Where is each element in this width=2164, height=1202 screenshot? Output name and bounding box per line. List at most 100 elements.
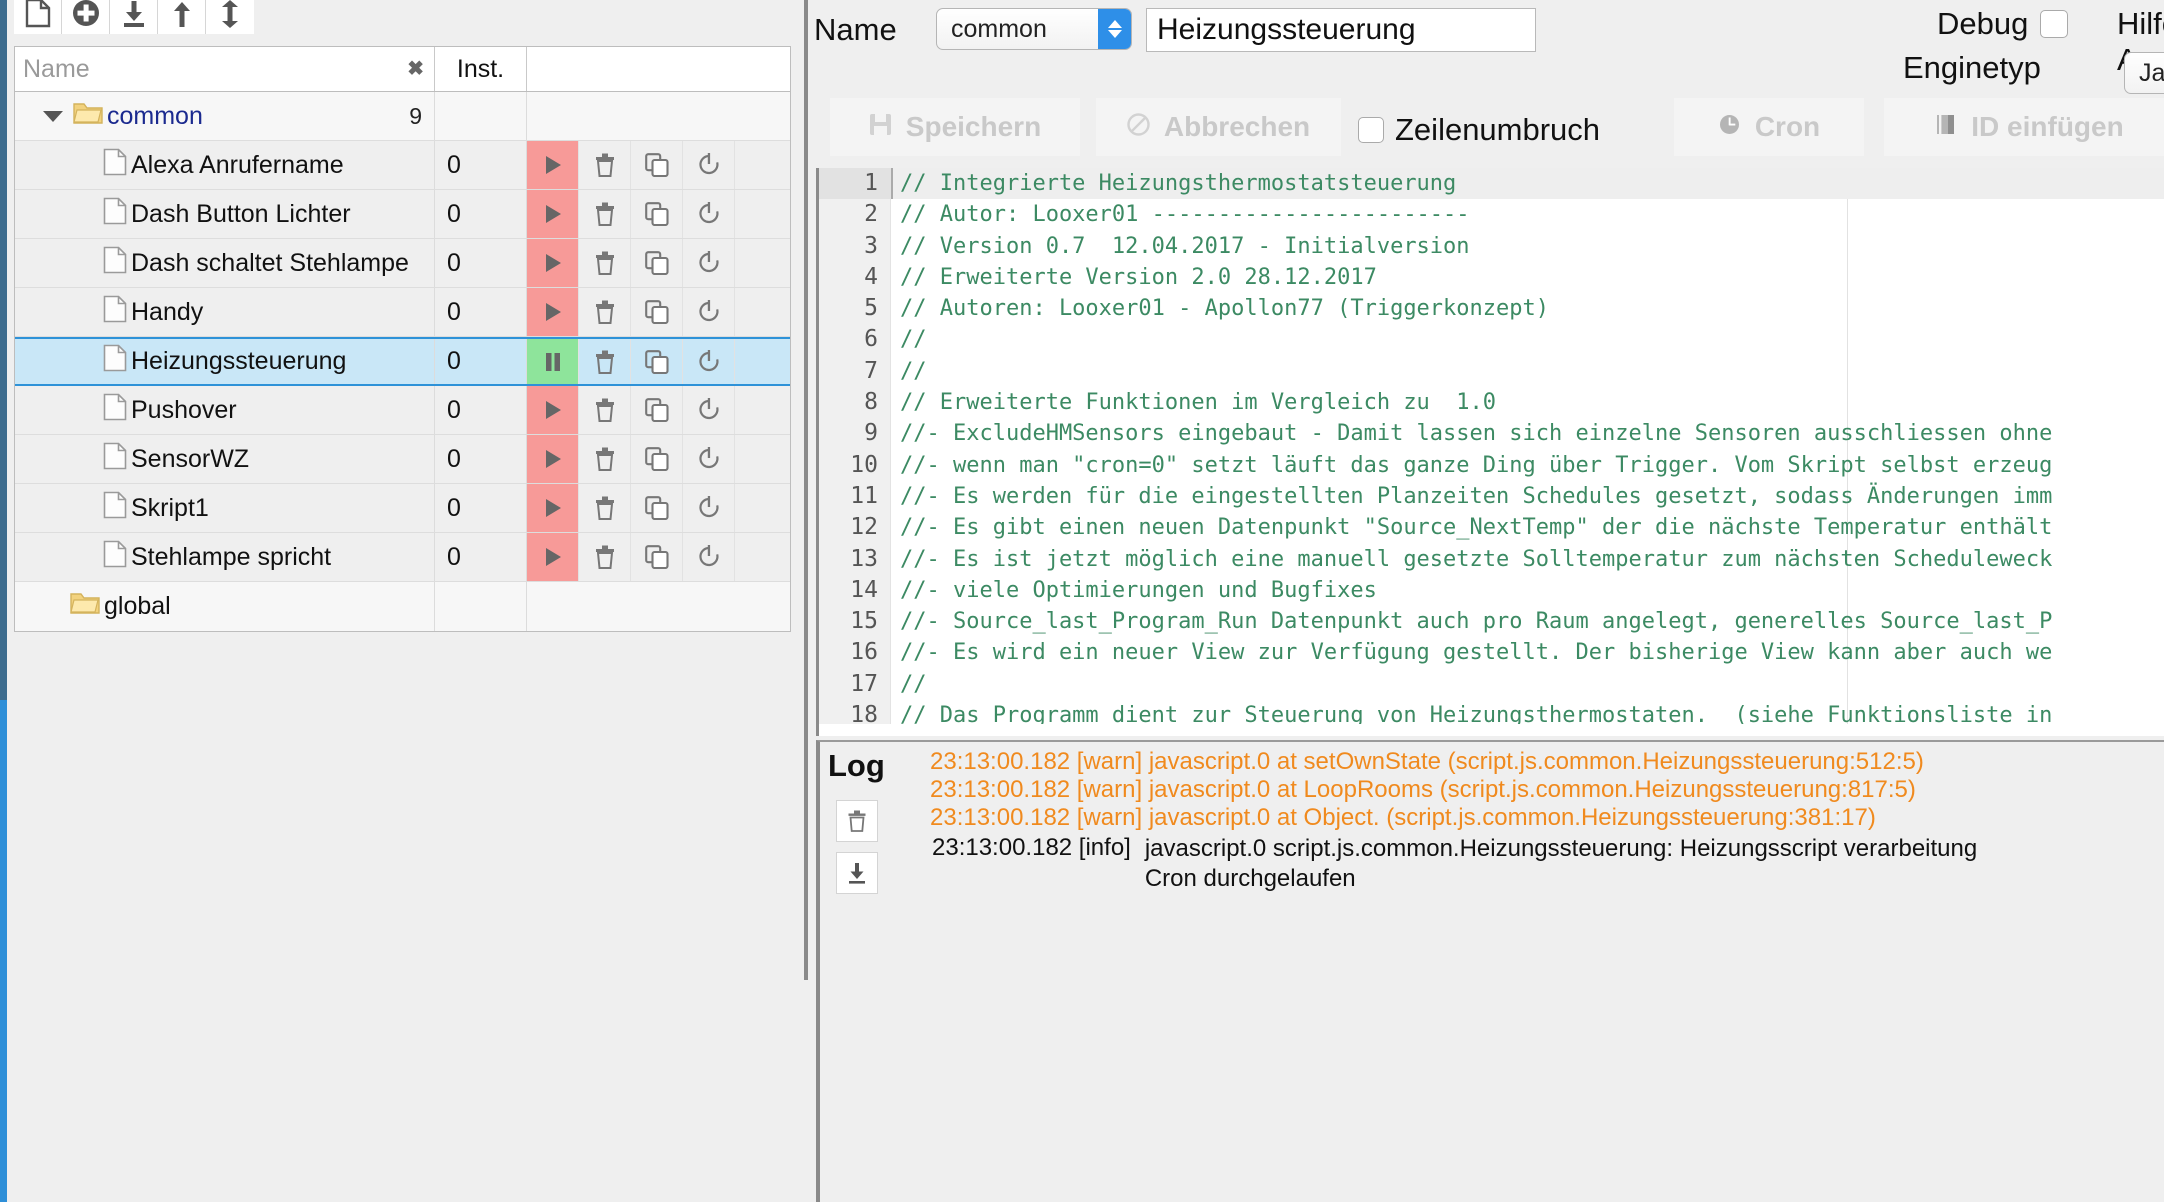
restart-icon[interactable]: [683, 339, 735, 384]
script-title-input[interactable]: Heizungssteuerung: [1146, 8, 1536, 52]
delete-icon[interactable]: [579, 190, 631, 238]
run-icon[interactable]: [527, 190, 579, 238]
table-row[interactable]: Dash schaltet Stehlampe 0: [15, 239, 790, 288]
id-insert-label: ID einfügen: [1971, 111, 2124, 142]
trash-icon[interactable]: [836, 800, 878, 842]
code-line[interactable]: 9 //- ExcludeHMSensors eingebaut - Damit …: [819, 418, 2164, 449]
copy-icon[interactable]: [631, 190, 683, 238]
script-editor-app: Name ✖ Inst. common 9 Alexa Anrufername …: [0, 0, 2164, 1202]
copy-icon[interactable]: [631, 141, 683, 189]
code-line[interactable]: 18 // Das Programm dient zur Steuerung vo…: [819, 700, 2164, 724]
copy-icon[interactable]: [631, 339, 683, 384]
delete-icon[interactable]: [579, 339, 631, 384]
line-number: 13: [850, 545, 878, 572]
code-line[interactable]: 10 //- wenn man "cron=0" setzt läuft das …: [819, 450, 2164, 481]
code-line[interactable]: 12 //- Es gibt einen neuen Datenpunkt "So…: [819, 512, 2164, 543]
chevron-updown-icon[interactable]: [1098, 9, 1131, 49]
log-message: javascript.0 script.js.common.Heizungsst…: [1144, 835, 1978, 892]
delete-icon[interactable]: [579, 435, 631, 483]
code-editor[interactable]: 1// Integrierte Heizungsthermostatsteuer…: [816, 168, 2164, 724]
restart-icon[interactable]: [683, 190, 735, 238]
code-line[interactable]: 7 //: [819, 356, 2164, 387]
line-number: 11: [850, 482, 878, 509]
restart-icon[interactable]: [683, 435, 735, 483]
name-label: Name: [814, 12, 897, 47]
restart-icon[interactable]: [683, 484, 735, 532]
delete-icon[interactable]: [579, 239, 631, 287]
run-icon[interactable]: [527, 386, 579, 434]
name-filter-placeholder: Name: [23, 54, 90, 83]
copy-icon[interactable]: [631, 288, 683, 336]
run-icon[interactable]: [527, 484, 579, 532]
code-text: // Integrierte Heizungsthermostatsteueru…: [891, 168, 2164, 200]
code-line[interactable]: 3 // Version 0.7 12.04.2017 - Initialvers…: [819, 231, 2164, 262]
run-icon[interactable]: [527, 533, 579, 581]
restart-icon[interactable]: [683, 288, 735, 336]
cron-button[interactable]: Cron: [1674, 98, 1864, 156]
name-filter-cell[interactable]: Name ✖: [15, 47, 435, 91]
script-label: Dash schaltet Stehlampe: [131, 248, 409, 277]
code-line[interactable]: 5 // Autoren: Looxer01 - Apollon77 (Trigg…: [819, 293, 2164, 324]
table-row[interactable]: SensorWZ 0: [15, 435, 790, 484]
cancel-button[interactable]: Abbrechen: [1096, 98, 1341, 156]
run-icon[interactable]: [527, 288, 579, 336]
group-select[interactable]: common: [936, 8, 1132, 50]
restart-icon[interactable]: [683, 386, 735, 434]
expand-collapse-icon[interactable]: [206, 0, 254, 34]
code-text: // Version 0.7 12.04.2017 - Initialversi…: [900, 233, 1470, 259]
copy-icon[interactable]: [631, 386, 683, 434]
download-icon[interactable]: [836, 852, 878, 894]
debug-checkbox[interactable]: [2040, 10, 2069, 38]
restart-icon[interactable]: [683, 239, 735, 287]
code-line[interactable]: 2 // Autor: Looxer01 --------------------…: [819, 199, 2164, 230]
tree-folder-global[interactable]: global: [15, 582, 790, 631]
code-line[interactable]: 4 // Erweiterte Version 2.0 28.12.2017: [819, 262, 2164, 293]
zeilenumbruch-checkbox[interactable]: [1358, 117, 1384, 143]
table-row[interactable]: Handy 0: [15, 288, 790, 337]
save-button[interactable]: Speichern: [830, 98, 1080, 156]
delete-icon[interactable]: [579, 141, 631, 189]
clear-filter-icon[interactable]: ✖: [407, 59, 424, 79]
script-label: Heizungssteuerung: [131, 347, 347, 375]
new-script-icon[interactable]: [14, 0, 62, 34]
delete-icon[interactable]: [579, 288, 631, 336]
export-icon[interactable]: [158, 0, 206, 34]
table-row[interactable]: Alexa Anrufername 0: [15, 141, 790, 190]
copy-icon[interactable]: [631, 533, 683, 581]
import-icon[interactable]: [110, 0, 158, 34]
id-insert-button[interactable]: ID einfügen: [1884, 98, 2164, 156]
code-line[interactable]: 6 //: [819, 324, 2164, 355]
pause-icon[interactable]: [527, 339, 579, 384]
table-row[interactable]: Skript1 0: [15, 484, 790, 533]
table-row-selected[interactable]: Heizungssteuerung 0: [15, 337, 790, 386]
table-row[interactable]: Pushover 0: [15, 386, 790, 435]
code-line[interactable]: 11 //- Es werden für die eingestellten Pl…: [819, 481, 2164, 512]
enginetyp-select[interactable]: Javascript/js: [2124, 52, 2164, 94]
restart-icon[interactable]: [683, 533, 735, 581]
table-row[interactable]: Dash Button Lichter 0: [15, 190, 790, 239]
zeilenumbruch-checkbox-group[interactable]: Zeilenumbruch: [1358, 112, 1600, 148]
delete-icon[interactable]: [579, 386, 631, 434]
code-line[interactable]: 13 //- Es ist jetzt möglich eine manuell …: [819, 544, 2164, 575]
chevron-down-icon[interactable]: [43, 110, 63, 122]
debug-checkbox-group[interactable]: Debug: [1937, 6, 2069, 42]
code-line[interactable]: 17 //: [819, 669, 2164, 700]
delete-icon[interactable]: [579, 533, 631, 581]
run-icon[interactable]: [527, 141, 579, 189]
tree-folder-common[interactable]: common 9: [15, 92, 790, 141]
delete-icon[interactable]: [579, 484, 631, 532]
copy-icon[interactable]: [631, 239, 683, 287]
restart-icon[interactable]: [683, 141, 735, 189]
add-icon[interactable]: [62, 0, 110, 34]
code-line[interactable]: 1// Integrierte Heizungsthermostatsteuer…: [819, 168, 2164, 200]
copy-icon[interactable]: [631, 435, 683, 483]
table-row[interactable]: Stehlampe spricht 0: [15, 533, 790, 582]
run-icon[interactable]: [527, 435, 579, 483]
run-icon[interactable]: [527, 239, 579, 287]
code-line[interactable]: 15 //- Source_last_Program_Run Datenpunkt…: [819, 606, 2164, 637]
code-line[interactable]: 14 //- viele Optimierungen und Bugfixes: [819, 575, 2164, 606]
code-line[interactable]: 8 // Erweiterte Funktionen im Vergleich z…: [819, 387, 2164, 418]
row-actions: [527, 484, 790, 532]
copy-icon[interactable]: [631, 484, 683, 532]
code-line[interactable]: 16 //- Es wird ein neuer View zur Verfügu…: [819, 637, 2164, 668]
